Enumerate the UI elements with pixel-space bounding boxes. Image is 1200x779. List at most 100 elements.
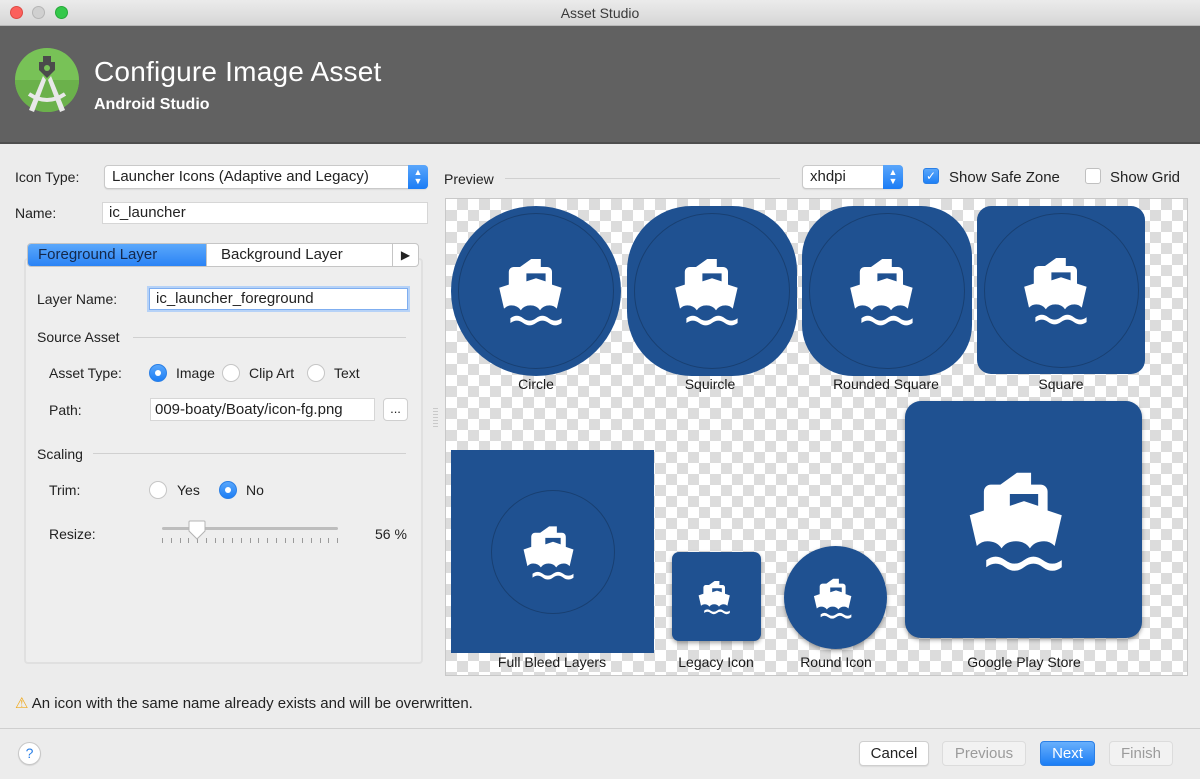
resize-label: Resize: — [49, 526, 96, 542]
source-asset-divider — [133, 337, 406, 338]
preview-icon-legacy-icon — [672, 552, 761, 641]
boat-icon — [969, 472, 1062, 571]
wizard-header: Configure Image Asset Android Studio — [0, 26, 1200, 144]
slider-tick — [293, 538, 295, 543]
select-arrows-icon: ▲ ▼ — [408, 165, 428, 189]
density-value: xhdpi — [810, 168, 846, 185]
preview-caption: Rounded Square — [833, 376, 939, 392]
trim-yes-label[interactable]: Yes — [177, 482, 200, 498]
boat-icon — [813, 578, 851, 619]
asset-type-label: Asset Type: — [49, 365, 122, 381]
layer-name-input[interactable]: ic_launcher_foreground — [149, 288, 408, 310]
zoom-window-button[interactable] — [55, 6, 68, 19]
preview-caption: Round Icon — [800, 654, 872, 670]
slider-tick — [205, 538, 207, 543]
path-input[interactable]: 009-boaty/Boaty/icon-fg.png — [150, 398, 375, 421]
trim-yes-radio[interactable] — [149, 481, 167, 499]
slider-tick — [275, 538, 277, 543]
icon-type-value: Launcher Icons (Adaptive and Legacy) — [112, 168, 369, 185]
tab-background-layer[interactable]: Background Layer — [206, 244, 392, 266]
boat-icon — [1024, 258, 1087, 325]
slider-tick — [170, 538, 172, 543]
asset-type-clipart-label[interactable]: Clip Art — [249, 365, 294, 381]
slider-tick — [302, 538, 303, 543]
scaling-divider — [93, 453, 406, 454]
scaling-heading: Scaling — [37, 446, 83, 462]
slider-tick — [162, 538, 163, 543]
trim-no-radio[interactable] — [219, 481, 237, 499]
asset-type-image-label[interactable]: Image — [176, 365, 215, 381]
preview-caption: Circle — [518, 376, 554, 392]
asset-type-text-radio[interactable] — [307, 364, 325, 382]
trim-no-label[interactable]: No — [246, 482, 264, 498]
slider-tick — [214, 538, 216, 543]
next-button[interactable]: Next — [1040, 741, 1095, 766]
slider-tick — [232, 538, 233, 543]
preview-caption: Squircle — [684, 376, 736, 392]
trim-label: Trim: — [49, 482, 81, 498]
footer-divider — [0, 728, 1200, 729]
layer-tabs: Foreground Layer Background Layer ▶ — [27, 243, 419, 267]
help-button[interactable]: ? — [18, 742, 41, 765]
boat-icon — [523, 525, 573, 580]
boat-icon — [698, 580, 730, 614]
tab-foreground-layer[interactable]: Foreground Layer — [28, 244, 206, 266]
path-label: Path: — [49, 402, 82, 418]
cancel-button[interactable]: Cancel — [859, 741, 929, 766]
minimize-window-button[interactable] — [32, 6, 45, 19]
asset-type-text-label[interactable]: Text — [334, 365, 360, 381]
slider-tick — [267, 538, 268, 543]
warning-message: ⚠ An icon with the same name already exi… — [15, 694, 473, 712]
window-title: Asset Studio — [560, 5, 640, 21]
browse-path-button[interactable]: ... — [383, 398, 408, 421]
warning-text: An icon with the same name already exist… — [31, 695, 473, 712]
preview-divider — [505, 178, 780, 179]
preview-caption: Google Play Store — [967, 654, 1081, 670]
tab-overflow-arrow-icon[interactable]: ▶ — [392, 244, 418, 266]
slider-tick — [249, 538, 251, 543]
checkmark-icon: ✓ — [925, 169, 937, 183]
slider-tick — [240, 538, 242, 543]
show-safe-zone-label[interactable]: Show Safe Zone — [949, 169, 1060, 186]
previous-button[interactable]: Previous — [942, 741, 1026, 766]
splitter-grip-handle[interactable] — [433, 408, 438, 428]
slider-tick — [319, 538, 321, 543]
boat-icon — [499, 259, 562, 326]
asset-type-clipart-radio[interactable] — [222, 364, 240, 382]
asset-type-image-radio[interactable] — [149, 364, 167, 382]
preview-caption: Square — [1038, 376, 1084, 392]
preview-icon-squircle — [627, 206, 797, 376]
boat-icon — [675, 259, 738, 326]
preview-icon-full-bleed-layers — [451, 450, 654, 653]
select-arrows-icon: ▲ ▼ — [883, 165, 903, 189]
preview-caption: Full Bleed Layers — [497, 654, 607, 670]
slider-tick — [179, 538, 181, 543]
icon-type-label: Icon Type: — [15, 169, 80, 185]
slider-tick — [284, 538, 286, 543]
preview-icon-square — [977, 206, 1145, 374]
boat-icon — [850, 259, 913, 326]
close-window-button[interactable] — [10, 6, 23, 19]
warning-icon: ⚠ — [15, 695, 29, 712]
source-asset-heading: Source Asset — [37, 329, 120, 345]
finish-button[interactable]: Finish — [1109, 741, 1173, 766]
slider-tick — [310, 538, 312, 543]
resize-slider-thumb[interactable] — [188, 520, 206, 540]
show-safe-zone-checkbox[interactable]: ✓ — [923, 168, 939, 184]
window-titlebar: Asset Studio — [0, 0, 1200, 26]
layer-name-label: Layer Name: — [37, 291, 118, 307]
preview-label: Preview — [444, 171, 494, 187]
show-grid-checkbox[interactable] — [1085, 168, 1101, 184]
slider-tick — [258, 538, 260, 543]
show-grid-label[interactable]: Show Grid — [1110, 169, 1180, 186]
preview-icon-rounded-square — [802, 206, 972, 376]
page-title: Configure Image Asset — [94, 56, 382, 87]
resize-value: 56 % — [375, 526, 407, 542]
android-studio-logo-icon — [15, 48, 79, 112]
name-input[interactable]: ic_launcher — [102, 202, 428, 224]
layer-settings-panel — [24, 258, 423, 664]
density-select[interactable]: xhdpi ▲ ▼ — [802, 165, 903, 189]
page-subtitle: Android Studio — [94, 96, 210, 113]
icon-type-select[interactable]: Launcher Icons (Adaptive and Legacy) ▲ ▼ — [104, 165, 428, 189]
slider-tick — [223, 538, 225, 543]
